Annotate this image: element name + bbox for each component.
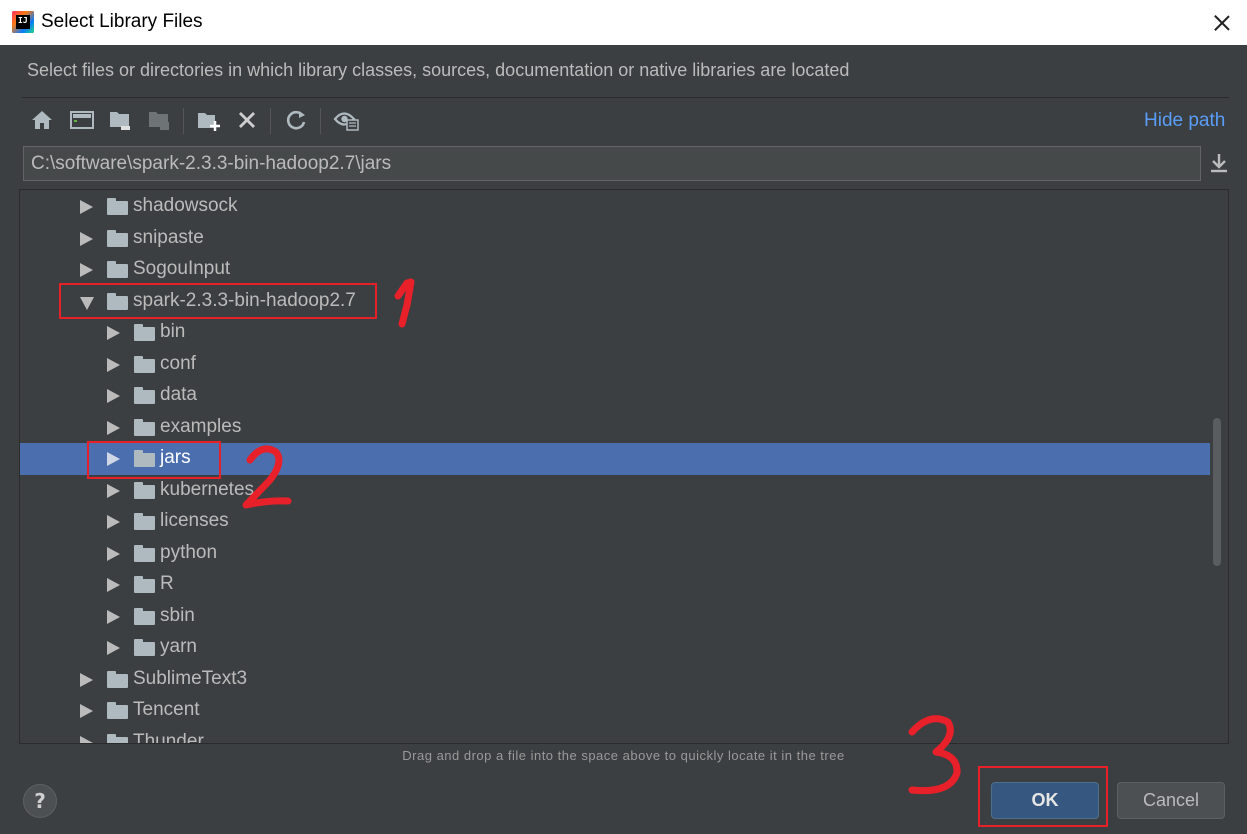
tree-item-label: SogouInput — [133, 258, 231, 279]
collapsed-arrow-icon[interactable] — [107, 546, 120, 561]
divider — [22, 97, 1229, 98]
folder-icon — [134, 324, 155, 341]
tree-item[interactable]: yarn — [20, 632, 1210, 664]
tree-item[interactable]: data — [20, 380, 1210, 412]
delete-icon[interactable] — [233, 106, 261, 134]
dialog-description: Select files or directories in which lib… — [27, 60, 850, 80]
tree-item-label: examples — [160, 415, 242, 437]
tree-item-label: kubernetes — [160, 478, 255, 500]
intellij-app-icon: IJ — [12, 11, 34, 33]
tree-item[interactable]: Thunder — [20, 727, 1210, 744]
folder-icon — [134, 576, 155, 593]
new-folder-icon[interactable] — [195, 106, 223, 134]
show-hidden-icon[interactable] — [332, 106, 360, 134]
collapsed-arrow-icon[interactable] — [107, 641, 120, 655]
close-icon[interactable] — [1205, 6, 1239, 40]
module-folder-icon[interactable] — [146, 106, 174, 134]
collapsed-arrow-icon[interactable] — [80, 735, 93, 743]
tree-item[interactable]: Tencent — [20, 695, 1210, 727]
folder-icon — [134, 418, 155, 436]
collapsed-arrow-icon[interactable] — [107, 326, 120, 340]
refresh-icon[interactable] — [282, 106, 310, 134]
tree-item-label: SublimeText3 — [133, 667, 248, 689]
folder-icon — [134, 513, 155, 530]
folder-icon — [134, 481, 155, 499]
home-icon[interactable] — [28, 106, 56, 134]
folder-icon — [134, 544, 155, 562]
annotation-box-1 — [59, 283, 377, 319]
tree-item-label: Thunder — [133, 730, 204, 744]
project-folder-icon[interactable] — [107, 106, 135, 134]
tree-item-label: conf — [160, 352, 196, 374]
tree-item[interactable]: snipaste — [20, 223, 1210, 255]
collapsed-arrow-icon[interactable] — [80, 704, 93, 718]
window-title: Select Library Files — [41, 11, 203, 32]
app-icon-text: IJ — [18, 16, 28, 25]
tree-item[interactable]: python — [20, 538, 1210, 570]
tree-item-label: sbin — [160, 604, 195, 626]
folder-icon — [107, 733, 128, 743]
tree-item[interactable]: licenses — [20, 506, 1210, 538]
tree-item[interactable]: kubernetes — [20, 475, 1210, 507]
tree-item-label: shadowsock — [133, 195, 238, 216]
download-icon[interactable] — [1206, 148, 1232, 178]
collapsed-arrow-icon[interactable] — [107, 578, 120, 592]
folder-icon — [134, 355, 155, 373]
collapsed-arrow-icon[interactable] — [80, 672, 93, 687]
toolbar-separator — [270, 108, 271, 134]
folder-icon — [134, 387, 155, 404]
tree-item[interactable]: conf — [20, 349, 1210, 381]
collapsed-arrow-icon[interactable] — [107, 389, 120, 403]
folder-icon — [134, 639, 155, 656]
tree-item[interactable]: R — [20, 569, 1210, 601]
collapsed-arrow-icon[interactable] — [107, 483, 120, 498]
folder-icon — [107, 261, 128, 278]
toolbar-separator — [320, 108, 321, 134]
tree-item-label: data — [160, 384, 197, 405]
tree-item[interactable]: SublimeText3 — [20, 664, 1210, 696]
folder-icon — [107, 198, 128, 215]
tree-item[interactable]: examples — [20, 412, 1210, 444]
path-input[interactable]: C:\software\spark-2.3.3-bin-hadoop2.7\ja… — [23, 146, 1201, 181]
tree-item-label: bin — [160, 321, 186, 342]
toolbar-separator — [183, 108, 184, 134]
collapsed-arrow-icon[interactable] — [107, 515, 120, 529]
tree-item[interactable]: SogouInput — [20, 254, 1210, 286]
tree-item-label: licenses — [160, 510, 229, 531]
tree-scrollbar[interactable] — [1213, 418, 1221, 566]
folder-icon — [134, 607, 155, 625]
tree-item-label: snipaste — [133, 226, 204, 248]
collapsed-arrow-icon[interactable] — [107, 420, 120, 435]
drag-drop-hint: Drag and drop a file into the space abov… — [402, 748, 845, 763]
tree-item-label: python — [160, 541, 218, 563]
tree-item[interactable]: sbin — [20, 601, 1210, 633]
folder-icon — [107, 229, 128, 247]
annotation-box-3 — [978, 766, 1108, 827]
tree-item[interactable]: bin — [20, 317, 1210, 349]
tree-item[interactable]: shadowsock — [20, 191, 1210, 223]
cancel-button[interactable]: Cancel — [1117, 782, 1225, 819]
annotation-box-2 — [87, 441, 221, 479]
folder-icon — [107, 670, 128, 688]
hide-path-link[interactable]: Hide path — [1144, 110, 1225, 132]
help-button[interactable]: ? — [23, 784, 57, 818]
desktop-icon[interactable] — [68, 106, 96, 134]
tree-item-label: yarn — [160, 636, 197, 657]
tree-item-label: Tencent — [133, 699, 200, 720]
collapsed-arrow-icon[interactable] — [80, 263, 93, 277]
title-bar: IJ Select Library Files — [0, 0, 1247, 45]
collapsed-arrow-icon[interactable] — [80, 231, 93, 246]
collapsed-arrow-icon[interactable] — [107, 357, 120, 372]
collapsed-arrow-icon[interactable] — [107, 609, 120, 624]
folder-icon — [107, 702, 128, 719]
tree-item-label: R — [160, 573, 174, 594]
collapsed-arrow-icon[interactable] — [80, 200, 93, 214]
